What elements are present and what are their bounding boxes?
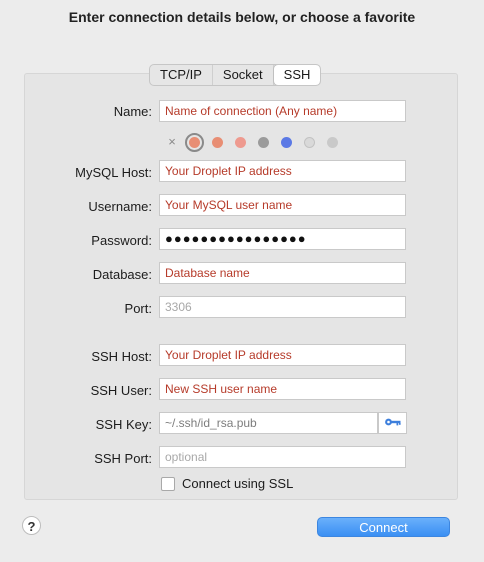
password-label: Password: bbox=[91, 233, 152, 248]
port-field[interactable]: 3306 bbox=[159, 296, 406, 318]
database-label: Database: bbox=[92, 267, 152, 282]
ssh-host-field[interactable]: Your Droplet IP address bbox=[159, 344, 406, 366]
ssl-checkbox[interactable] bbox=[161, 476, 175, 491]
password-field[interactable]: ●●●●●●●●●●●●●●●● bbox=[159, 228, 406, 250]
name-label: Name: bbox=[113, 104, 152, 119]
page-title: Enter connection details below, or choos… bbox=[68, 9, 416, 25]
connection-type-tabs: TCP/IP Socket SSH bbox=[149, 64, 322, 86]
ssh-key-field[interactable]: ~/.ssh/id_rsa.pub bbox=[159, 412, 378, 434]
tab-ssh[interactable]: SSH bbox=[273, 65, 321, 85]
ssl-checkbox-label: Connect using SSL bbox=[182, 476, 294, 491]
color-swatch-silver[interactable] bbox=[327, 136, 338, 148]
color-swatch-pink[interactable] bbox=[235, 136, 246, 148]
color-swatch-light-gray[interactable] bbox=[304, 136, 315, 148]
color-swatch-blue[interactable] bbox=[281, 136, 292, 148]
ssh-port-field[interactable]: optional bbox=[159, 446, 406, 468]
ssh-key-label: SSH Key: bbox=[95, 417, 152, 432]
choose-key-button[interactable] bbox=[378, 412, 407, 434]
color-swatch-salmon[interactable] bbox=[212, 136, 223, 148]
ssh-host-label: SSH Host: bbox=[91, 349, 152, 364]
username-label: Username: bbox=[88, 199, 152, 214]
connect-button[interactable]: Connect bbox=[317, 517, 450, 537]
ssh-user-field[interactable]: New SSH user name bbox=[159, 378, 406, 400]
database-field[interactable]: Database name bbox=[159, 262, 406, 284]
color-swatch-gray[interactable] bbox=[258, 136, 269, 148]
clear-color-icon[interactable]: × bbox=[165, 134, 179, 150]
color-swatch-orange[interactable] bbox=[185, 132, 204, 152]
mysql-host-label: MySQL Host: bbox=[75, 165, 152, 180]
tab-tcpip[interactable]: TCP/IP bbox=[150, 65, 213, 85]
color-picker: × bbox=[165, 132, 350, 152]
key-icon bbox=[384, 414, 402, 432]
tab-socket[interactable]: Socket bbox=[213, 65, 274, 85]
port-label: Port: bbox=[124, 301, 152, 316]
ssl-option[interactable]: Connect using SSL bbox=[161, 476, 293, 491]
help-button[interactable]: ? bbox=[22, 516, 41, 535]
mysql-host-field[interactable]: Your Droplet IP address bbox=[159, 160, 406, 182]
ssh-user-label: SSH User: bbox=[90, 383, 152, 398]
ssh-port-label: SSH Port: bbox=[94, 451, 152, 466]
name-field[interactable]: Name of connection (Any name) bbox=[159, 100, 406, 122]
username-field[interactable]: Your MySQL user name bbox=[159, 194, 406, 216]
